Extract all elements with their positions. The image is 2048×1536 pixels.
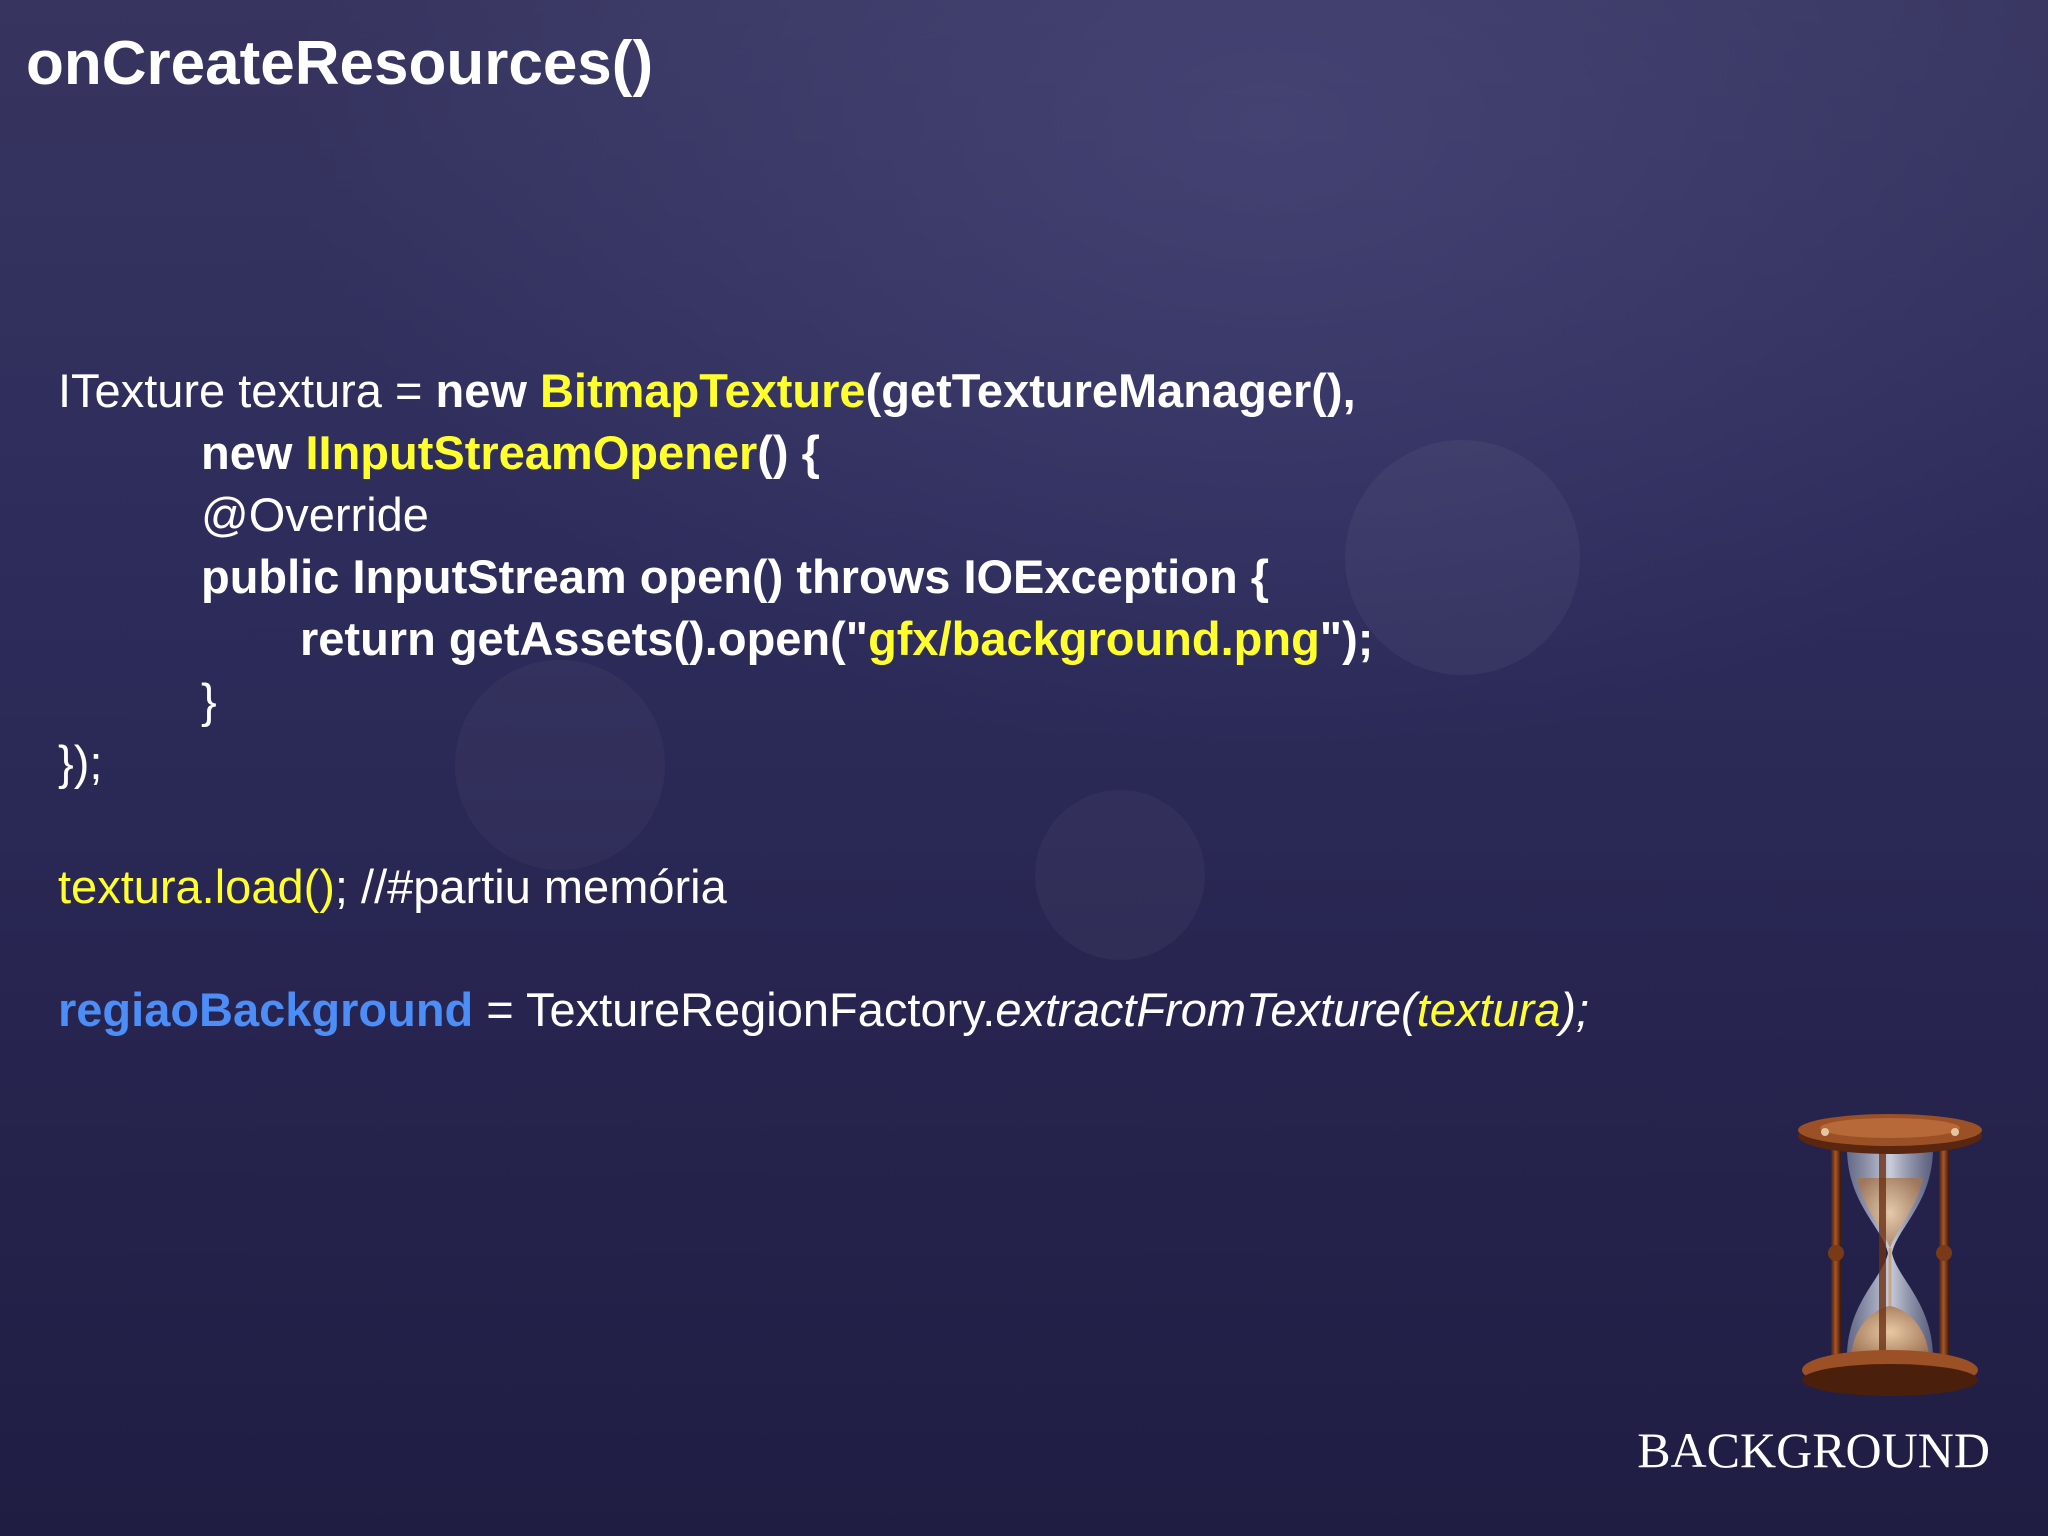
code-token: public InputStream open() throws IOExcep… [201,550,1270,603]
code-class-highlight: BitmapTexture [539,364,866,417]
code-comment: ; //#partiu memória [334,860,727,913]
code-keyword: new [435,364,540,417]
code-variable-highlight: regiaoBackground [58,983,474,1036]
code-line-9: regiaoBackground = TextureRegionFactory.… [58,979,1758,1041]
code-token: ITexture textura = [58,364,436,417]
code-line-6: } [58,670,1758,732]
code-token: } [201,674,217,727]
code-class-highlight: IInputStreamOpener [305,426,758,479]
code-token: }); [58,736,103,789]
code-token: () { [757,426,820,479]
slide-title: onCreateResources() [26,29,654,98]
code-token: "); [1319,612,1374,665]
code-block: ITexture textura = new BitmapTexture(get… [58,360,1758,1041]
code-line-7: }); [58,732,1758,794]
code-line-4: public InputStream open() throws IOExcep… [58,546,1758,608]
code-line-8: textura.load(); //#partiu memória [58,856,1758,918]
hourglass-icon [1798,1114,1982,1396]
code-string-highlight: gfx/background.png [868,612,1320,665]
code-method-italic: extractFromTexture( [995,983,1417,1036]
code-annotation: @Override [201,488,429,541]
section-label: BACKGROUND [1637,1422,1990,1478]
code-line-5: return getAssets().open("gfx/background.… [58,608,1758,670]
code-token: return getAssets().open(" [300,612,869,665]
code-token: = TextureRegionFactory. [473,983,996,1036]
code-line-3: @Override [58,484,1758,546]
code-token: ); [1560,983,1590,1036]
code-call-highlight: textura.load() [58,860,335,913]
code-line-2: new IInputStreamOpener() { [58,422,1758,484]
code-line-1: ITexture textura = new BitmapTexture(get… [58,360,1758,422]
code-token: (getTextureManager(), [865,364,1356,417]
code-argument-highlight: textura [1416,983,1561,1036]
code-keyword: new [201,426,306,479]
